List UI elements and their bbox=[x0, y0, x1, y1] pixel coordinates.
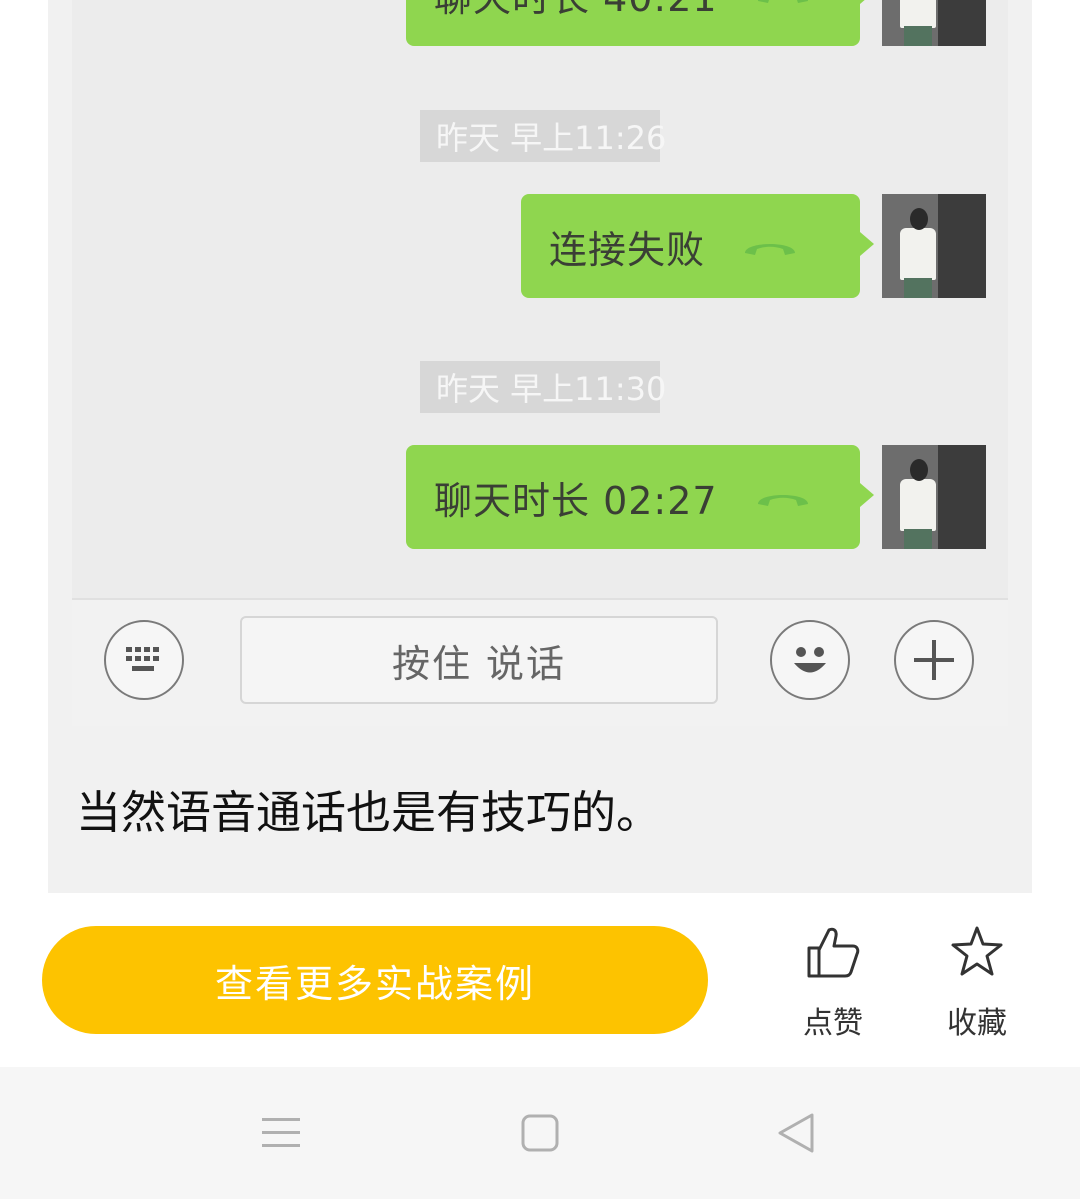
like-button[interactable]: 点赞 bbox=[788, 924, 878, 1042]
star-icon bbox=[932, 924, 1022, 988]
emoji-icon bbox=[770, 620, 850, 700]
like-label: 点赞 bbox=[803, 1006, 863, 1041]
message-text: 聊天时长 02:27 bbox=[434, 478, 718, 523]
message-timestamp: 昨天 早上11:30 bbox=[420, 361, 666, 413]
chat-input-bar: 按住 说话 bbox=[72, 598, 1008, 726]
favorite-label: 收藏 bbox=[947, 1006, 1007, 1041]
phone-handset-icon bbox=[754, 486, 812, 508]
back-icon[interactable] bbox=[766, 1107, 826, 1159]
menu-icon[interactable] bbox=[252, 1107, 312, 1159]
hold-to-talk-button: 按住 说话 bbox=[240, 616, 718, 704]
phone-handset-icon bbox=[754, 0, 812, 5]
phone-handset-icon bbox=[741, 235, 799, 257]
chat-bubble: 聊天时长 40:21 bbox=[406, 0, 874, 46]
plus-icon bbox=[894, 620, 974, 700]
message-timestamp: 昨天 早上11:26 bbox=[420, 110, 666, 162]
message-text: 聊天时长 40:21 bbox=[434, 0, 718, 22]
favorite-button[interactable]: 收藏 bbox=[932, 924, 1022, 1042]
home-icon[interactable] bbox=[510, 1107, 570, 1159]
message-text: 连接失败 bbox=[549, 227, 706, 272]
chat-bubble: 聊天时长 02:27 bbox=[406, 445, 874, 549]
avatar bbox=[882, 0, 986, 46]
avatar bbox=[882, 445, 986, 549]
article-paragraph: 当然语音通话也是有技巧的。 bbox=[76, 786, 662, 839]
chat-bubble: 连接失败 bbox=[521, 194, 874, 298]
thumbs-up-icon bbox=[788, 924, 878, 988]
keyboard-icon bbox=[104, 620, 184, 700]
avatar bbox=[882, 194, 986, 298]
system-navigation-bar bbox=[0, 1067, 1080, 1199]
view-more-cases-button[interactable]: 查看更多实战案例 bbox=[42, 926, 708, 1034]
